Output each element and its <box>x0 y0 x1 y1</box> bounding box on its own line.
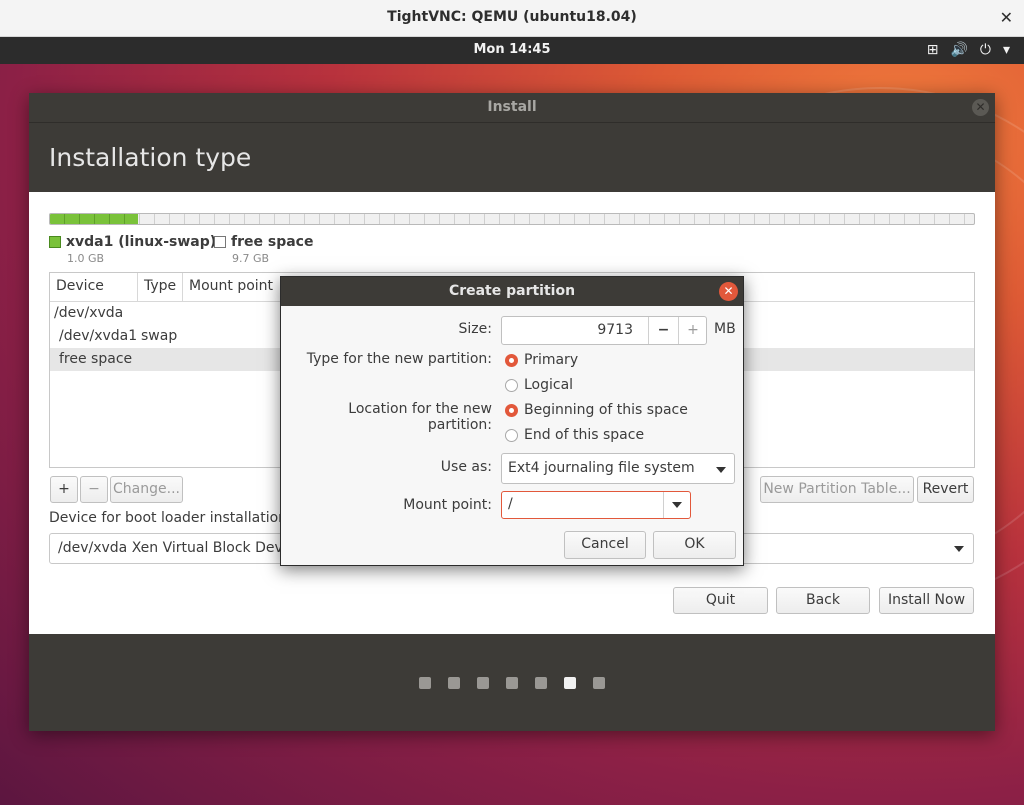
progress-dot <box>419 677 431 689</box>
dialog-title: Create partition <box>448 283 576 299</box>
progress-dots <box>29 677 995 689</box>
progress-dot <box>593 677 605 689</box>
radio-beginning[interactable]: Beginning of this space <box>505 402 688 418</box>
window-title: Install <box>487 99 537 115</box>
use-as-value: Ext4 journaling file system <box>508 460 695 476</box>
size-label: Size: <box>458 321 492 337</box>
dialog-close-icon[interactable]: ✕ <box>719 282 738 301</box>
radio-button[interactable] <box>505 428 518 442</box>
new-partition-table-button[interactable]: New Partition Table... <box>760 476 914 503</box>
radio-label: Primary <box>524 352 579 368</box>
radio-end[interactable]: End of this space <box>505 427 644 443</box>
mount-point-label: Mount point: <box>403 497 492 513</box>
mount-point-dropdown-button[interactable] <box>663 492 690 518</box>
size-decrement-button[interactable]: − <box>648 317 678 344</box>
column-header-device[interactable]: Device <box>50 273 138 301</box>
use-as-select[interactable]: Ext4 journaling file system <box>501 453 735 484</box>
change-partition-button[interactable]: Change... <box>110 476 183 503</box>
bootloader-label: Device for boot loader installation: <box>49 510 292 526</box>
location-label: Location for the new partition: <box>348 401 492 433</box>
progress-dot <box>477 677 489 689</box>
radio-button[interactable] <box>505 378 518 392</box>
legend-item-swap: xvda1 (linux-swap) 1.0 GB <box>49 234 216 265</box>
legend-label: free space <box>231 234 314 250</box>
revert-button[interactable]: Revert <box>917 476 974 503</box>
dialog-titlebar[interactable]: Create partition ✕ <box>281 277 743 306</box>
window-close-icon[interactable]: ✕ <box>972 99 989 116</box>
progress-dot <box>535 677 547 689</box>
legend-size: 1.0 GB <box>67 252 105 265</box>
quit-button[interactable]: Quit <box>673 587 768 614</box>
partition-bar <box>49 213 975 225</box>
chevron-down-icon[interactable]: ▾ <box>1003 41 1010 59</box>
row-device: /dev/xvda1 <box>59 328 138 344</box>
progress-dot <box>564 677 576 689</box>
system-tray[interactable]: ⊞ 🔊 ⏻ ▾ <box>927 41 1010 59</box>
clock[interactable]: Mon 14:45 <box>0 42 1024 57</box>
legend-label: xvda1 (linux-swap) <box>66 234 217 250</box>
column-header-type[interactable]: Type <box>138 273 183 301</box>
progress-dot <box>448 677 460 689</box>
install-now-button[interactable]: Install Now <box>879 587 974 614</box>
window-footer <box>29 634 995 731</box>
size-unit: MB <box>714 321 736 337</box>
vnc-title-bar: TightVNC: QEMU (ubuntu18.04) ✕ <box>0 0 1024 37</box>
legend-swatch <box>49 236 61 248</box>
type-label: Type for the new partition: <box>306 351 492 367</box>
chevron-down-icon <box>954 546 964 552</box>
top-panel: Mon 14:45 ⊞ 🔊 ⏻ ▾ <box>0 37 1024 64</box>
progress-dot <box>506 677 518 689</box>
partition-bar-used <box>50 214 138 224</box>
vnc-window-title: TightVNC: QEMU (ubuntu18.04) <box>387 9 637 25</box>
page-title: Installation type <box>49 143 252 172</box>
size-value: 9713 <box>597 322 633 338</box>
radio-label: Logical <box>524 377 574 393</box>
row-type: swap <box>141 328 178 344</box>
size-spinbox[interactable]: 9713 − + <box>501 316 707 345</box>
mount-point-input[interactable]: / <box>508 496 513 512</box>
cancel-button[interactable]: Cancel <box>564 531 646 559</box>
legend-swatch <box>214 236 226 248</box>
window-titlebar[interactable]: Install ✕ <box>29 93 995 123</box>
mount-point-combo[interactable]: / <box>501 491 691 519</box>
vnc-close-icon[interactable]: ✕ <box>1000 8 1013 27</box>
ok-button[interactable]: OK <box>653 531 736 559</box>
use-as-label: Use as: <box>440 459 492 475</box>
size-increment-button[interactable]: + <box>678 317 707 344</box>
create-partition-dialog: Create partition ✕ Size: 9713 − + MB Typ… <box>280 276 744 566</box>
add-partition-button[interactable]: + <box>50 476 78 503</box>
chevron-down-icon <box>716 467 726 473</box>
radio-primary[interactable]: Primary <box>505 352 578 368</box>
back-button[interactable]: Back <box>776 587 870 614</box>
remove-partition-button[interactable]: − <box>80 476 108 503</box>
chevron-down-icon <box>672 502 682 508</box>
volume-icon[interactable]: 🔊 <box>950 41 967 59</box>
radio-button[interactable] <box>505 403 518 417</box>
network-icon[interactable]: ⊞ <box>927 41 939 59</box>
radio-label: End of this space <box>524 427 645 443</box>
power-icon[interactable]: ⏻ <box>980 41 991 59</box>
radio-button[interactable] <box>505 353 518 367</box>
row-device: free space <box>59 351 133 367</box>
window-header: Installation type <box>29 123 995 192</box>
legend-size: 9.7 GB <box>232 252 270 265</box>
legend-item-free: free space 9.7 GB <box>214 234 313 265</box>
row-device: /dev/xvda <box>54 305 124 321</box>
radio-logical[interactable]: Logical <box>505 377 573 393</box>
radio-label: Beginning of this space <box>524 402 688 418</box>
